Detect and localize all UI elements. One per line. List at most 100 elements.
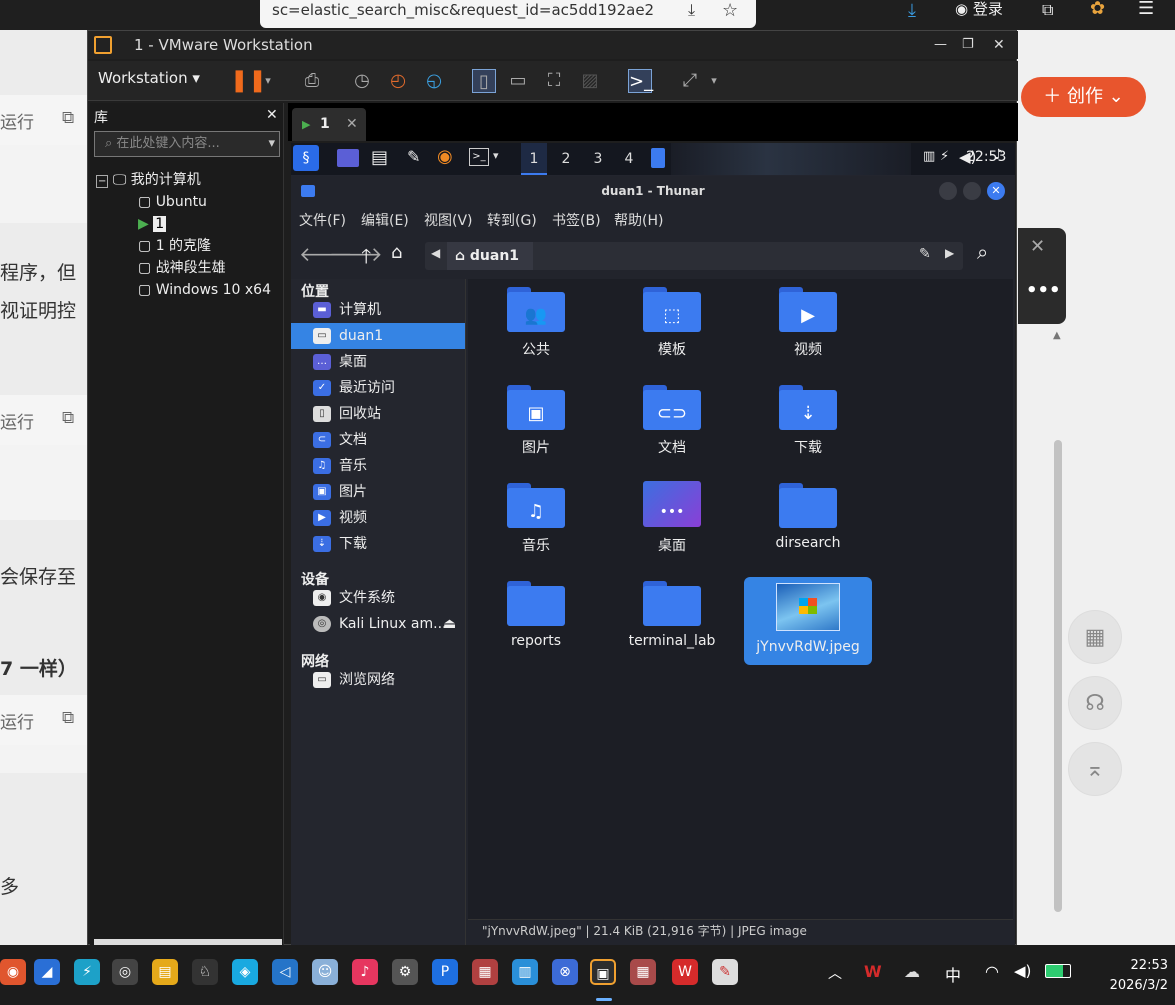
file-item[interactable]: ⊂⊃ 文档 (608, 381, 736, 469)
chevron-right-icon[interactable]: ▶ (945, 246, 954, 260)
app-icon[interactable]: ✎ (712, 959, 738, 985)
sidebar-item-place[interactable]: ✓ 最近访问 (291, 375, 465, 401)
sidebar-item-place[interactable]: ▶ 视频 (291, 505, 465, 531)
thunar-window-icon[interactable] (651, 148, 665, 168)
device-kali-iso[interactable]: ◎ Kali Linux am... ⏏ (291, 611, 465, 637)
terminal-icon[interactable]: >_ (469, 148, 489, 166)
maximize-icon[interactable] (963, 182, 981, 200)
copy-icon[interactable]: ⧉ (62, 408, 74, 428)
workspace-4[interactable]: 4 (616, 143, 642, 175)
sidebar-item-place[interactable]: ▬ 计算机 (291, 297, 465, 323)
eject-icon[interactable]: ⏏ (443, 611, 456, 637)
file-item[interactable]: jYnvvRdW.jpeg (744, 577, 872, 665)
back-to-top-icon[interactable]: ⌅ (1068, 742, 1122, 796)
sidebar-item-place[interactable]: ⊂ 文档 (291, 427, 465, 453)
edge-icon[interactable]: ◢ (34, 959, 60, 985)
headset-icon[interactable]: ☊ (1068, 676, 1122, 730)
send-keys-icon[interactable]: ⎙ (300, 69, 324, 93)
power-automate-icon[interactable]: ⚡ (74, 959, 100, 985)
text-editor-icon[interactable]: ✎ (407, 147, 420, 166)
menu-file[interactable]: 文件(F) (299, 206, 346, 236)
sidebar-item-place[interactable]: … 桌面 (291, 349, 465, 375)
chevron-left-icon[interactable]: ◀ (431, 246, 440, 260)
ime-indicator[interactable]: 中 (945, 962, 961, 986)
run-label[interactable]: 运行 (0, 408, 34, 433)
cloud-icon[interactable]: ☁ (904, 962, 920, 981)
file-item[interactable]: ▣ 图片 (472, 381, 600, 469)
close-icon[interactable]: ✕ (987, 182, 1005, 200)
home-icon[interactable]: ⌂ (391, 242, 402, 263)
tree-item-vm[interactable]: ▢ 战神段生雄 (138, 257, 226, 279)
qr-code-icon[interactable]: ▦ (1068, 610, 1122, 664)
unity-icon[interactable]: ▨ (578, 69, 602, 93)
file-item[interactable]: 👥 公共 (472, 283, 600, 371)
tab-vm-1[interactable]: ▶ 1 ✕ (292, 108, 366, 141)
power-icon[interactable]: ⚡ (940, 149, 949, 164)
file-item[interactable]: ⬚ 模板 (608, 283, 736, 371)
page-scrollbar[interactable] (1054, 440, 1062, 912)
scroll-up-icon[interactable]: ▲ (1053, 330, 1061, 341)
close-icon[interactable]: ✕ (993, 31, 1005, 59)
settings-icon[interactable]: ⚙ (392, 959, 418, 985)
tree-item-vm[interactable]: ▢ 1 的克隆 (138, 235, 211, 257)
tree-root[interactable]: − 🖵 我的计算机 (96, 169, 201, 191)
app-icon[interactable]: ♪ (352, 959, 378, 985)
close-icon[interactable]: ✕ (266, 107, 278, 123)
path-button-home[interactable]: ⌂ duan1 (447, 242, 533, 270)
notepad-icon[interactable]: ▥ (512, 959, 538, 985)
copy-icon[interactable]: ⧉ (62, 708, 74, 728)
close-icon[interactable]: ✕ (346, 108, 358, 141)
more-icon[interactable]: ••• (1026, 280, 1061, 301)
file-item[interactable]: ••• 桌面 (608, 479, 736, 567)
revert-snapshot-icon[interactable]: ◴ (386, 69, 410, 93)
file-item[interactable]: ⇣ 下载 (744, 381, 872, 469)
search-icon[interactable]: ⌕ (977, 240, 988, 264)
close-icon[interactable]: ✕ (1030, 236, 1045, 257)
menu-go[interactable]: 转到(G) (487, 206, 537, 236)
path-bar[interactable]: ◀ ⌂ duan1 ✎ ▶ (425, 242, 963, 270)
file-manager-icon[interactable]: ▤ (371, 147, 388, 168)
profile-icon[interactable]: ✿ (1090, 0, 1105, 19)
file-item[interactable]: ♫ 音乐 (472, 479, 600, 567)
sidebar-item-place[interactable]: ▭ duan1 (291, 323, 465, 349)
file-item[interactable]: reports (472, 577, 600, 665)
chevron-down-icon[interactable]: ▾ (702, 69, 726, 93)
pause-icon[interactable]: ❚❚ (230, 69, 267, 93)
thumbnail-view-icon[interactable]: ▭ (506, 69, 530, 93)
file-explorer-icon[interactable]: ▤ (152, 959, 178, 985)
battery-icon[interactable] (1045, 964, 1071, 978)
stretch-icon[interactable]: ⤢ (678, 69, 702, 93)
menu-icon[interactable]: ☰ (1138, 0, 1154, 19)
login-button[interactable]: ◉ 登录 (955, 0, 1015, 19)
app-icon[interactable]: ♘ (192, 959, 218, 985)
app-icon[interactable]: ⊗ (552, 959, 578, 985)
extensions-icon[interactable]: ⧉ (1042, 0, 1053, 20)
app-p-icon[interactable]: P (432, 959, 458, 985)
chevron-down-icon[interactable]: ▾ (493, 149, 499, 162)
sidebar-view-icon[interactable]: ▯ (472, 69, 496, 93)
file-item[interactable]: dirsearch (744, 479, 872, 567)
app-icon[interactable]: ◈ (232, 959, 258, 985)
wifi-icon[interactable]: ◠ (985, 962, 999, 981)
workspace-3[interactable]: 3 (585, 143, 611, 175)
taskbar-clock[interactable]: 22:53 2026/3/2 (1088, 956, 1168, 996)
chevron-down-icon[interactable]: ▾ (268, 132, 275, 156)
vmware-taskbar-icon[interactable]: ▣ (590, 959, 616, 985)
menu-help[interactable]: 帮助(H) (614, 206, 663, 236)
forward-icon[interactable]: 🡒 (329, 242, 383, 266)
star-icon[interactable]: ☆ (722, 0, 744, 22)
firefox-icon[interactable]: ◉ (437, 146, 453, 167)
sidebar-item-place[interactable]: ▣ 图片 (291, 479, 465, 505)
wps-icon[interactable]: W (672, 959, 698, 985)
address-bar[interactable]: sc=elastic_search_misc&request_id=ac5dd1… (260, 0, 756, 28)
sidebar-item-place[interactable]: ▯ 回收站 (291, 401, 465, 427)
download-icon[interactable]: ⤓ (688, 0, 710, 22)
library-search-input[interactable]: ⌕ 在此处键入内容... ▾ (94, 131, 280, 157)
create-button[interactable]: ＋ 创作 ⌄ (1021, 77, 1146, 117)
snapshot-icon[interactable]: ◷ (350, 69, 374, 93)
vscode-icon[interactable]: ◁ (272, 959, 298, 985)
downloads-icon[interactable]: ⤓ (908, 0, 916, 21)
run-label[interactable]: 运行 (0, 108, 34, 133)
tree-item-vm[interactable]: ▢ Ubuntu (138, 191, 207, 213)
workspace-1[interactable]: 1 (521, 143, 547, 175)
